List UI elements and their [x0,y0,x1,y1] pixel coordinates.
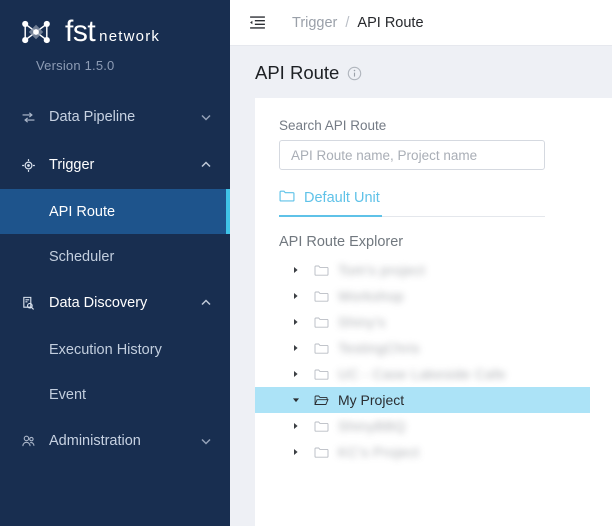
folder-closed-icon [314,264,329,277]
sidebar-item-label: Scheduler [49,249,114,265]
pipeline-icon [18,107,38,127]
caret-right-icon[interactable] [291,344,301,352]
sidebar-item-label: API Route [49,204,115,220]
tab-default-unit[interactable]: Default Unit [279,189,380,216]
folder-closed-icon [314,368,329,381]
card-inner: Search API Route Default Unit [255,98,612,465]
brand-block: fst network Version 1.5.0 [0,0,230,73]
breadcrumb: Trigger / API Route [292,15,424,31]
tree-item-label: ShinyBBQ [338,418,406,434]
tree-row[interactable]: KC's Project [255,439,590,465]
folder-closed-icon [314,342,329,355]
api-route-explorer-tree: Tom's project Workshop [279,257,612,465]
tree-item-label: UC - Case Lakeside Cafe [338,366,506,382]
caret-right-icon[interactable] [291,370,301,378]
page-header: API Route [230,46,612,98]
chevron-up-icon [200,159,212,171]
tree-row[interactable]: Shiny's [255,309,590,335]
version-label: Version 1.5.0 [36,58,230,73]
explorer-title: API Route Explorer [279,234,612,250]
tab-label: Default Unit [304,190,380,206]
tree-item-label: Workshop [338,288,404,304]
tree-row-my-project[interactable]: My Project [255,387,590,413]
tree-item-label: TestingChris [338,340,420,356]
info-circle-icon[interactable] [347,66,362,81]
sidebar-nav: Data Pipeline Trigger [0,93,230,465]
sidebar-item-execution-history[interactable]: Execution History [0,327,230,372]
search-label: Search API Route [279,118,612,133]
network-graph-logo-icon [16,14,56,50]
sidebar-group-label: Data Pipeline [49,109,200,125]
app-root: fst network Version 1.5.0 Data Pipeline [0,0,612,526]
breadcrumb-parent[interactable]: Trigger [292,15,337,31]
users-icon [18,431,38,451]
sidebar-group-data-discovery[interactable]: Data Discovery [0,279,230,327]
sidebar-item-event[interactable]: Event [0,372,230,417]
sidebar-group-label: Administration [49,433,200,449]
sidebar-item-label: Execution History [49,342,162,358]
folder-icon [279,189,295,207]
folder-open-icon [314,394,329,407]
sidebar: fst network Version 1.5.0 Data Pipeline [0,0,230,526]
caret-right-icon[interactable] [291,266,301,274]
trigger-target-icon [18,155,38,175]
page-title: API Route [255,62,339,84]
caret-right-icon[interactable] [291,448,301,456]
sidebar-item-api-route[interactable]: API Route [0,189,230,234]
search-input[interactable] [279,140,545,170]
sidebar-group-data-pipeline[interactable]: Data Pipeline [0,93,230,141]
tree-item-label: My Project [338,392,404,408]
folder-closed-icon [314,446,329,459]
sidebar-item-scheduler[interactable]: Scheduler [0,234,230,279]
tree-item-label: KC's Project [338,444,419,460]
sidebar-group-trigger[interactable]: Trigger [0,141,230,189]
tree-row[interactable]: UC - Case Lakeside Cafe [255,361,590,387]
sidebar-group-label: Trigger [49,157,200,173]
sidebar-group-administration[interactable]: Administration [0,417,230,465]
caret-down-icon[interactable] [291,396,301,404]
tree-row[interactable]: ShinyBBQ [255,413,590,439]
caret-right-icon[interactable] [291,318,301,326]
top-bar: Trigger / API Route [230,0,612,46]
breadcrumb-current: API Route [357,15,423,31]
chevron-down-icon [200,111,212,123]
tree-row[interactable]: TestingChris [255,335,590,361]
caret-right-icon[interactable] [291,422,301,430]
tree-row[interactable]: Tom's project [255,257,590,283]
folder-closed-icon [314,420,329,433]
brand-wordmark: fst network [65,17,160,47]
tab-active-underline [279,215,382,217]
caret-right-icon[interactable] [291,292,301,300]
brand-suffix: network [99,29,160,44]
brand-name: fst [65,17,95,47]
content-card-wrapper: Search API Route Default Unit [230,98,612,526]
chevron-up-icon [200,297,212,309]
tree-row[interactable]: Workshop [255,283,590,309]
breadcrumb-separator: / [345,15,349,31]
collapse-sidebar-icon[interactable] [246,12,268,34]
sidebar-group-label: Data Discovery [49,295,200,311]
folder-closed-icon [314,316,329,329]
chevron-down-icon [200,435,212,447]
main-area: Trigger / API Route API Route Search API… [230,0,612,526]
unit-tab-bar: Default Unit [279,189,545,217]
sidebar-item-label: Event [49,387,86,403]
content-card: Search API Route Default Unit [255,98,612,526]
folder-closed-icon [314,290,329,303]
document-search-icon [18,293,38,313]
tree-item-label: Shiny's [338,314,386,330]
tree-item-label: Tom's project [338,262,425,278]
